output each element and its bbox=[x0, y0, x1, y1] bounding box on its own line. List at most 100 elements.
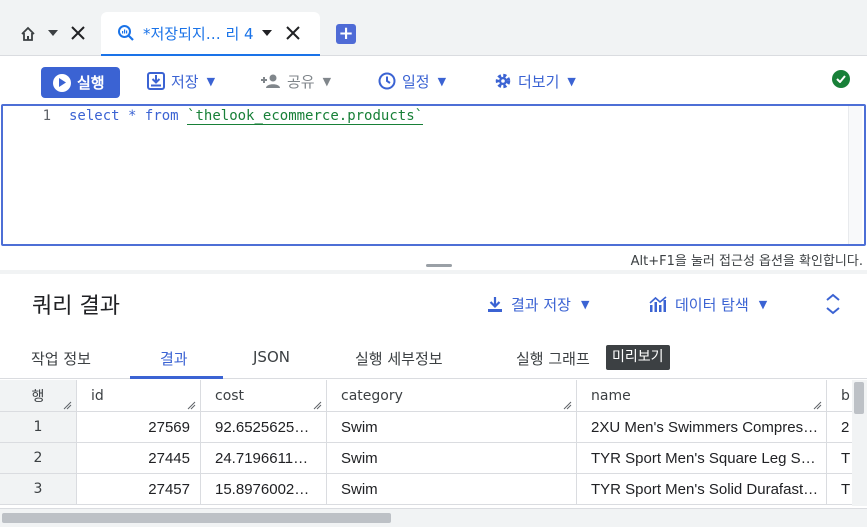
column-header-label: name bbox=[591, 387, 631, 404]
chevron-down-icon: ▼ bbox=[206, 74, 216, 88]
save-label: 저장 bbox=[171, 72, 199, 91]
tab-home[interactable] bbox=[0, 12, 100, 56]
keyword-from: from bbox=[144, 108, 179, 124]
column-header-id[interactable]: id bbox=[77, 380, 201, 411]
column-header-label: cost bbox=[215, 387, 245, 404]
explore-data-button[interactable]: 데이터 탐색 ▼ bbox=[649, 292, 767, 316]
cell-cost[interactable]: 15.8976002… bbox=[201, 474, 327, 504]
chevron-down-icon: ▼ bbox=[580, 297, 590, 311]
line-gutter: 1 bbox=[3, 106, 69, 244]
editor-scrollbar[interactable] bbox=[848, 106, 862, 244]
results-title: 쿼리 결과 bbox=[32, 294, 120, 319]
run-button[interactable]: 실행 bbox=[41, 67, 120, 98]
resize-handle-icon[interactable] bbox=[563, 398, 572, 410]
resize-handle-icon[interactable] bbox=[187, 398, 196, 410]
tab-title: *저장되지… 리 4 bbox=[143, 24, 254, 43]
clock-icon bbox=[378, 72, 396, 90]
cell-category[interactable]: Swim bbox=[327, 474, 577, 504]
run-label: 실행 bbox=[77, 74, 105, 92]
cell-cost[interactable]: 24.7196611… bbox=[201, 443, 327, 473]
active-tab-indicator bbox=[130, 376, 223, 379]
column-header-label: id bbox=[91, 387, 104, 404]
line-number: 1 bbox=[42, 108, 51, 124]
add-tab-button[interactable]: + bbox=[336, 24, 356, 44]
drag-handle-icon[interactable] bbox=[426, 264, 452, 267]
explore-data-label: 데이터 탐색 bbox=[675, 295, 749, 314]
chart-icon bbox=[649, 295, 667, 313]
cell-name[interactable]: TYR Sport Men's Solid Durafast… bbox=[577, 474, 827, 504]
save-results-label: 결과 저장 bbox=[511, 295, 571, 314]
editor-toolbar: 실행 저장 ▼ 공유 ▼ 일정 ▼ 더보기 ▼ bbox=[0, 57, 867, 103]
horizontal-scrollbar[interactable] bbox=[0, 508, 867, 527]
table-row[interactable]: 1 27569 92.6525625… Swim 2XU Men's Swimm… bbox=[0, 412, 852, 443]
vertical-scrollbar[interactable] bbox=[852, 380, 867, 506]
cell-cost[interactable]: 92.6525625… bbox=[201, 412, 327, 442]
query-search-icon bbox=[117, 24, 135, 42]
chevron-down-icon[interactable] bbox=[48, 30, 58, 36]
share-label: 공유 bbox=[287, 72, 315, 91]
tab-query-editor[interactable]: *저장되지… 리 4 bbox=[101, 12, 320, 56]
table-row[interactable]: 2 27445 24.7196611… Swim TYR Sport Men's… bbox=[0, 443, 852, 474]
chevron-down-icon[interactable] bbox=[261, 30, 272, 36]
cell-category[interactable]: Swim bbox=[327, 443, 577, 473]
cell-id[interactable]: 27457 bbox=[77, 474, 201, 504]
check-circle-icon bbox=[832, 70, 850, 88]
plus-icon: + bbox=[338, 23, 354, 44]
column-header-row[interactable]: 행 bbox=[0, 380, 77, 411]
play-icon bbox=[53, 73, 71, 92]
cell-id[interactable]: 27569 bbox=[77, 412, 201, 442]
cell-name[interactable]: 2XU Men's Swimmers Compres… bbox=[577, 412, 827, 442]
row-number: 3 bbox=[0, 474, 77, 504]
resize-handle-icon[interactable] bbox=[63, 398, 72, 410]
column-header-cost[interactable]: cost bbox=[201, 380, 327, 411]
download-icon bbox=[487, 296, 503, 313]
tab-execution-graph[interactable]: 실행 그래프 bbox=[516, 348, 590, 369]
column-header-category[interactable]: category bbox=[327, 380, 577, 411]
results-table: 행 id cost category name b 1 27569 92.652… bbox=[0, 380, 852, 506]
scroll-thumb[interactable] bbox=[2, 513, 391, 523]
close-icon[interactable] bbox=[71, 26, 85, 40]
gear-icon bbox=[494, 72, 512, 90]
save-icon bbox=[147, 72, 165, 90]
code-line[interactable]: select * from `thelook_ecommerce.product… bbox=[69, 108, 424, 125]
close-icon[interactable] bbox=[285, 26, 300, 40]
sql-editor[interactable]: 1 select * from `thelook_ecommerce.produ… bbox=[1, 104, 866, 246]
resize-handle-icon[interactable] bbox=[813, 398, 822, 410]
schedule-button[interactable]: 일정 ▼ bbox=[378, 67, 446, 95]
chevron-down-icon: ▼ bbox=[758, 297, 768, 311]
save-results-button[interactable]: 결과 저장 ▼ bbox=[487, 292, 589, 316]
tab-json[interactable]: JSON bbox=[253, 348, 290, 366]
table-header-row: 행 id cost category name b bbox=[0, 380, 852, 412]
column-header-name[interactable]: name bbox=[577, 380, 827, 411]
schedule-label: 일정 bbox=[402, 72, 430, 91]
cell-id[interactable]: 27445 bbox=[77, 443, 201, 473]
column-header-label: b bbox=[841, 387, 850, 404]
tab-job-info[interactable]: 작업 정보 bbox=[31, 348, 91, 369]
table-reference[interactable]: `thelook_ecommerce.products` bbox=[187, 108, 424, 125]
preview-badge: 미리보기 bbox=[606, 345, 670, 370]
cell-category[interactable]: Swim bbox=[327, 412, 577, 442]
cell-b[interactable]: 2 bbox=[827, 412, 852, 442]
scroll-thumb[interactable] bbox=[854, 382, 864, 414]
expand-collapse-icon[interactable] bbox=[824, 292, 842, 316]
cell-b[interactable]: T bbox=[827, 443, 852, 473]
cell-b[interactable]: T bbox=[827, 474, 852, 504]
share-button[interactable]: 공유 ▼ bbox=[261, 67, 331, 95]
chevron-down-icon: ▼ bbox=[322, 74, 332, 88]
keyword-select: select bbox=[69, 108, 120, 124]
more-button[interactable]: 더보기 ▼ bbox=[494, 67, 576, 95]
table-row[interactable]: 3 27457 15.8976002… Swim TYR Sport Men's… bbox=[0, 474, 852, 505]
save-button[interactable]: 저장 ▼ bbox=[147, 67, 215, 95]
column-header-b[interactable]: b bbox=[827, 380, 852, 411]
accessibility-hint: Alt+F1을 눌러 접근성 옵션을 확인합니다. bbox=[630, 254, 863, 269]
tab-strip: *저장되지… 리 4 + bbox=[0, 0, 867, 56]
pane-splitter[interactable] bbox=[0, 270, 867, 274]
tab-results[interactable]: 결과 bbox=[160, 348, 188, 369]
more-label: 더보기 bbox=[518, 72, 560, 91]
cell-name[interactable]: TYR Sport Men's Square Leg S… bbox=[577, 443, 827, 473]
star-operator: * bbox=[128, 108, 137, 124]
column-header-label: category bbox=[341, 387, 403, 404]
resize-handle-icon[interactable] bbox=[313, 398, 322, 410]
tab-execution-details[interactable]: 실행 세부정보 bbox=[355, 348, 443, 369]
chevron-down-icon: ▼ bbox=[437, 74, 447, 88]
